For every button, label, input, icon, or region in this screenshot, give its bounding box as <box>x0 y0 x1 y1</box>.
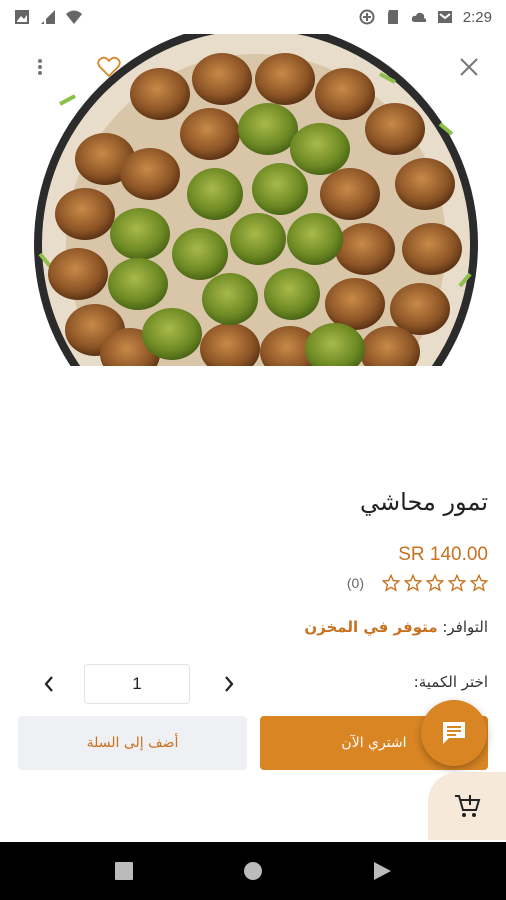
status-bar: 2:29 <box>0 0 506 34</box>
star-icon <box>382 574 400 592</box>
add-to-cart-button[interactable]: أضف إلى السلة <box>18 716 247 770</box>
quantity-chevron-right-icon[interactable] <box>216 668 242 700</box>
product-image[interactable] <box>0 34 506 366</box>
home-icon[interactable] <box>243 861 263 881</box>
quantity-chevron-left-icon[interactable] <box>36 668 62 700</box>
more-vert-icon[interactable] <box>28 52 52 82</box>
cloud-icon <box>411 12 427 22</box>
availability-label: التوافر: <box>442 618 488 636</box>
signal-icon <box>41 10 55 24</box>
star-icon <box>404 574 422 592</box>
rating-row[interactable]: (0) <box>347 574 488 592</box>
chat-icon <box>443 722 465 744</box>
availability: التوافر: متوفر في المخزن <box>304 618 488 636</box>
star-icon <box>470 574 488 592</box>
product-price: SR 140.00 <box>398 544 488 565</box>
product-title: تمور محاشي <box>360 488 488 516</box>
status-left <box>14 9 82 25</box>
back-icon[interactable] <box>372 861 392 881</box>
chat-button[interactable] <box>421 700 487 766</box>
product-photo <box>34 34 478 366</box>
photos-icon <box>15 10 29 24</box>
cart-button[interactable] <box>428 772 506 840</box>
close-icon[interactable] <box>454 52 484 82</box>
status-right: 2:29 <box>359 9 492 26</box>
top-actions <box>0 52 506 82</box>
star-icon <box>448 574 466 592</box>
data-saver-icon <box>359 9 375 25</box>
star-icon <box>426 574 444 592</box>
gmail-icon <box>437 11 452 23</box>
wifi-icon <box>66 10 82 24</box>
add-cart-icon <box>455 795 481 817</box>
heart-outline-icon[interactable] <box>94 52 124 82</box>
quantity-label: اختر الكمية: <box>413 673 488 691</box>
nav-bar <box>0 842 506 900</box>
status-time: 2:29 <box>462 8 492 26</box>
quantity-input[interactable] <box>84 664 190 704</box>
review-count: (0) <box>346 575 364 591</box>
recents-icon[interactable] <box>114 861 134 881</box>
sd-card-icon <box>387 10 398 24</box>
availability-value: متوفر في المخزن <box>304 618 438 636</box>
